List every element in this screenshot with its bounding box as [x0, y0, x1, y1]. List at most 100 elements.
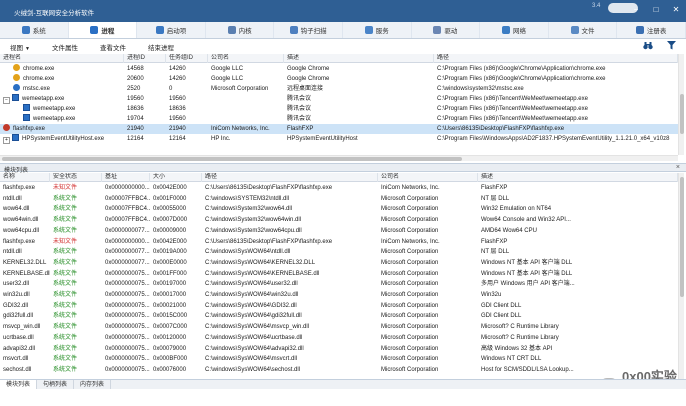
close-icon[interactable]: ✕: [670, 4, 682, 16]
module-name-cell: KERNELBASE.dll: [3, 270, 50, 277]
module-name-cell: gdi32full.dll: [3, 313, 34, 320]
tab-label: 系统: [32, 28, 46, 35]
module-status-cell: 系统文件: [53, 206, 78, 213]
module-col-header[interactable]: 基址: [102, 172, 150, 182]
module-row[interactable]: flashfxp.exe 未知文件 0x0000000000... 0x0042E00…: [0, 183, 678, 193]
process-name: wemeetapp.exe: [33, 106, 76, 112]
process-row[interactable]: chrome.exe 14568 14260 Google LLC Google Chr…: [0, 64, 678, 74]
process-row[interactable]: mstsc.exe 2520 0 Microsoft Corporation 远程桌面连…: [0, 84, 678, 94]
binoculars-icon[interactable]: [643, 41, 653, 52]
module-company-cell: Microsoft Corporation: [381, 334, 439, 341]
view-file-button[interactable]: 查看文件: [100, 42, 126, 52]
maximize-icon[interactable]: □: [650, 4, 662, 16]
module-status-cell: 系统文件: [53, 334, 78, 341]
process-desc-cell: FlashFXP: [287, 126, 314, 132]
panel-close-icon[interactable]: ×: [676, 164, 680, 171]
module-status-cell: 系统文件: [53, 227, 78, 234]
module-row[interactable]: ntdll.dll 系统文件 0x0000000077... 0x0019A000 C:…: [0, 247, 678, 257]
process-row[interactable]: wemeetapp.exe 19704 19560 腾讯会议 C:\Program Fi…: [0, 114, 678, 124]
module-row[interactable]: ucrtbase.dll 系统文件 0x0000000075... 0x0012000…: [0, 333, 678, 343]
filter-icon[interactable]: [667, 41, 676, 52]
module-size-cell: 0x0042E000: [153, 238, 187, 245]
module-desc-cell: 多用户 Windows 用户 API 客户端...: [481, 281, 575, 288]
tab-6[interactable]: 驱动: [412, 22, 481, 38]
module-row[interactable]: ntdll.dll 系统文件 0x00007FFBC4... 0x001F0000 C:…: [0, 194, 678, 204]
module-company-cell: Microsoft Corporation: [381, 195, 439, 202]
minimize-icon[interactable]: −: [630, 4, 642, 16]
module-status-cell: 系统文件: [53, 345, 78, 352]
module-row[interactable]: wow64win.dll 系统文件 0x00007FFBC4... 0x0007D00…: [0, 215, 678, 225]
process-row[interactable]: + HPSystemEventUtilityHost.exe 12164 12164 H…: [0, 134, 678, 144]
process-row[interactable]: − wemeetapp.exe 19560 19560 腾讯会议 C:\Program F…: [0, 94, 678, 104]
process-pid-cell: 18636: [127, 106, 144, 112]
module-col-header[interactable]: 安全状态: [50, 172, 102, 182]
module-row[interactable]: KERNEL32.DLL 系统文件 0x0000000077... 0x000E000…: [0, 258, 678, 268]
module-row[interactable]: gdi32full.dll 系统文件 0x0000000075... 0x0015C0…: [0, 311, 678, 321]
module-row[interactable]: msvcp_win.dll 系统文件 0x0000000075... 0x0007C0…: [0, 322, 678, 332]
tab-0[interactable]: 系统: [0, 22, 69, 38]
tab-1[interactable]: 进程: [68, 22, 138, 38]
tab-2[interactable]: 启动项: [137, 22, 206, 38]
collapse-icon[interactable]: −: [3, 97, 10, 104]
process-col-header[interactable]: 公司名: [208, 53, 284, 63]
module-path-cell: C:\windows\SysWOW64\win32u.dll: [205, 292, 299, 298]
module-path-cell: C:\windows\SysWOW64\msvcp_win.dll: [205, 324, 310, 331]
module-row[interactable]: advapi32.dll 系统文件 0x0000000075... 0x0007900…: [0, 344, 678, 354]
file-attributes-button[interactable]: 文件属性: [52, 42, 78, 52]
module-col-header[interactable]: 公司名: [378, 172, 478, 182]
module-row[interactable]: sechost.dll 系统文件 0x0000000075... 0x00076000…: [0, 365, 678, 375]
module-size-cell: 0x000E0000: [153, 259, 187, 266]
process-col-header[interactable]: 进程ID: [124, 53, 166, 63]
process-row[interactable]: wemeetapp.exe 18636 18636 腾讯会议 C:\Program Fi…: [0, 104, 678, 114]
module-col-header[interactable]: 描述: [478, 172, 678, 182]
module-row[interactable]: GDI32.dll 系统文件 0x0000000075... 0x00021000 C:…: [0, 301, 678, 311]
process-vscrollbar[interactable]: [678, 54, 684, 155]
module-base-cell: 0x00007FFBC4...: [105, 206, 150, 213]
module-desc-cell: Windows NT 基本 API 客户端 DLL: [481, 259, 573, 266]
module-row[interactable]: wow64cpu.dll 系统文件 0x0000000077... 0x0000900…: [0, 226, 678, 236]
process-pid-cell: 20600: [127, 76, 144, 82]
module-company-cell: Microsoft Corporation: [381, 259, 439, 266]
bottom-tab-2[interactable]: 内存列表: [74, 380, 112, 389]
module-row[interactable]: KERNELBASE.dll 系统文件 0x0000000075... 0x001FF…: [0, 269, 678, 279]
chevron-down-icon: ▼: [25, 45, 30, 52]
module-row[interactable]: flashfxp.exe 未知文件 0x0000000000... 0x0042E00…: [0, 237, 678, 247]
module-col-header[interactable]: 路径: [202, 172, 378, 182]
process-path-cell: C:\Program Files (x86)\Google\Chrome\App…: [437, 76, 606, 82]
tab-4[interactable]: 钩子扫描: [274, 22, 343, 38]
tab-7[interactable]: 网络: [480, 22, 549, 38]
module-row[interactable]: msvcrt.dll 系统文件 0x0000000075... 0x000BF000 C…: [0, 354, 678, 364]
process-tgid-cell: 19560: [169, 96, 186, 102]
module-row[interactable]: win32u.dll 系统文件 0x0000000075... 0x00017000 C…: [0, 290, 678, 300]
process-col-header[interactable]: 任务组ID: [166, 53, 208, 63]
process-row[interactable]: chrome.exe 20600 14260 Google LLC Google Chr…: [0, 74, 678, 84]
tab-9[interactable]: 注册表: [617, 22, 686, 38]
bottom-tab-1[interactable]: 句柄列表: [37, 380, 75, 389]
window-title: 火绒剑-互联网安全分析软件: [14, 10, 95, 17]
module-col-header[interactable]: 大小: [150, 172, 202, 182]
module-company-cell: Microsoft Corporation: [381, 281, 439, 288]
tab-8[interactable]: 文件: [549, 22, 618, 38]
module-size-cell: 0x0007C000: [153, 324, 188, 331]
hp-icon: [12, 134, 19, 141]
end-process-button[interactable]: 结束进程: [148, 42, 174, 52]
tab-5[interactable]: 服务: [343, 22, 412, 38]
tab-3[interactable]: 内核: [206, 22, 275, 38]
module-base-cell: 0x0000000075...: [105, 345, 150, 352]
process-name-cell: + HPSystemEventUtilityHost.exe: [0, 134, 124, 144]
module-col-header[interactable]: 名称: [0, 172, 50, 182]
process-col-header[interactable]: 描述: [284, 53, 434, 63]
process-col-header[interactable]: 进程名: [0, 53, 124, 63]
module-name-cell: msvcrt.dll: [3, 356, 29, 363]
view-menu[interactable]: 视图 ▼: [10, 42, 30, 52]
process-row[interactable]: flashfxp.exe 21940 21940 IniCom Networks, I…: [0, 124, 678, 134]
expand-icon[interactable]: +: [3, 137, 10, 144]
process-col-header[interactable]: 路径: [434, 53, 678, 63]
module-row[interactable]: user32.dll 系统文件 0x0000000075... 0x00197000 C…: [0, 279, 678, 289]
module-row[interactable]: wow64.dll 系统文件 0x00007FFBC4... 0x00055000 C:…: [0, 204, 678, 214]
bottom-tab-0[interactable]: 模块列表: [0, 380, 38, 389]
process-hscrollbar[interactable]: [0, 155, 678, 161]
module-base-cell: 0x0000000075...: [105, 292, 150, 298]
module-vscrollbar[interactable]: [678, 173, 684, 379]
process-tgid-cell: 19560: [169, 116, 186, 122]
